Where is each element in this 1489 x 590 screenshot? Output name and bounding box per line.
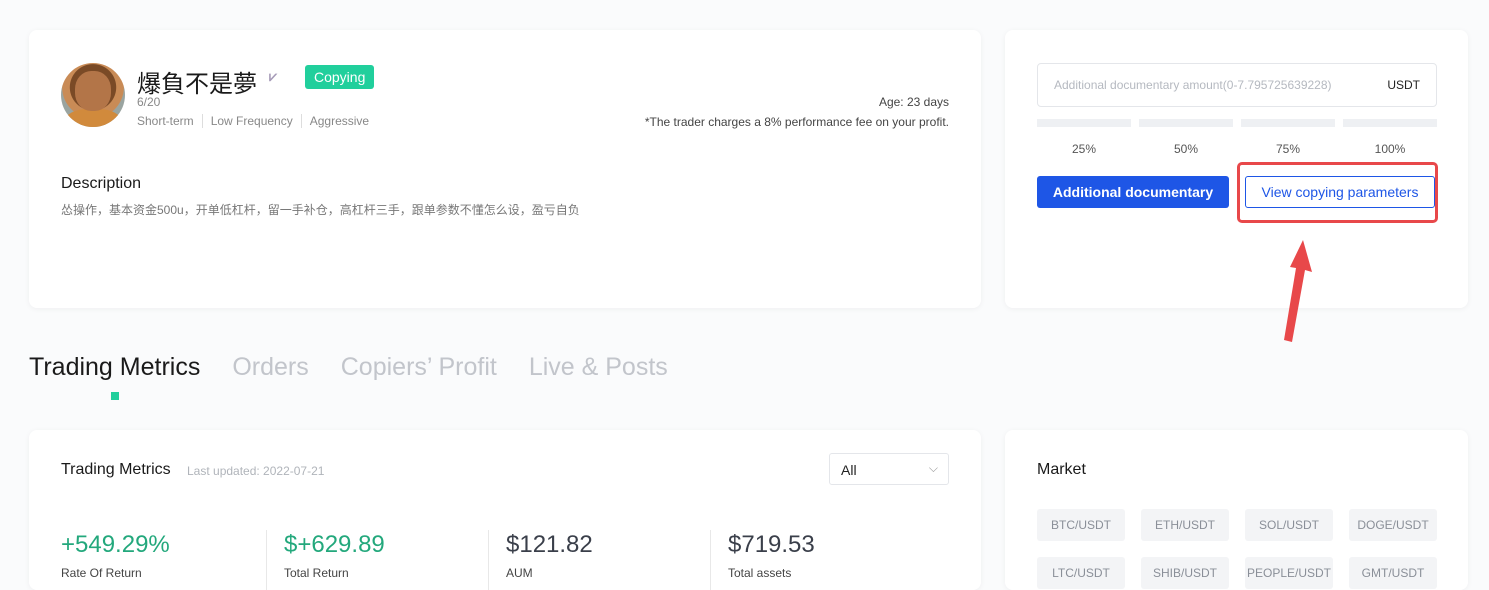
chevron-down-icon: ⌵: [928, 461, 938, 475]
percent-bar-50[interactable]: [1139, 119, 1233, 127]
market-pair[interactable]: SOL/USDT: [1245, 509, 1333, 541]
trader-age: Age: 23 days: [878, 95, 949, 109]
percent-label-75[interactable]: 75%: [1241, 142, 1335, 156]
market-title: Market: [1037, 461, 1086, 478]
trader-name: 爆負不是夢: [137, 71, 257, 98]
stat-label: Total Return: [284, 566, 349, 580]
active-tab-indicator: [111, 392, 119, 400]
tag-aggressive: Aggressive: [300, 114, 377, 128]
stat-total-return: $+629.89 Total Return: [266, 530, 488, 590]
annotation-highlight-box: [1237, 162, 1438, 223]
stat-value: $121.82: [506, 531, 593, 558]
stat-rate-of-return: +549.29% Rate Of Return: [61, 530, 266, 590]
metrics-title: Trading Metrics: [61, 461, 171, 478]
section-tabs: Trading Metrics Orders Copiers’ Profit L…: [29, 353, 700, 382]
stat-value: $+629.89: [284, 531, 385, 558]
avatar-face: [75, 71, 111, 111]
copying-status-badge: Copying: [305, 65, 375, 89]
last-updated: Last updated: 2022-07-21: [187, 464, 325, 478]
description-text: 怂操作，基本资金500u，开单低杠杆，留一手补仓，高杠杆三手，跟单参数不懂怎么设…: [61, 203, 580, 217]
metrics-stats: +549.29% Rate Of Return $+629.89 Total R…: [61, 530, 932, 590]
tag-short-term: Short-term: [137, 114, 194, 128]
market-card: Market BTC/USDT ETH/USDT SOL/USDT DOGE/U…: [1005, 430, 1468, 590]
percent-label-50[interactable]: 50%: [1139, 142, 1233, 156]
amount-input[interactable]: [1054, 64, 1374, 106]
amount-unit: USDT: [1387, 78, 1420, 92]
tab-trading-metrics[interactable]: Trading Metrics: [29, 353, 200, 382]
stat-value: $719.53: [728, 531, 815, 558]
annotation-arrow-icon: [1284, 240, 1312, 342]
market-pair[interactable]: DOGE/USDT: [1349, 509, 1437, 541]
avatar-shirt: [65, 109, 121, 127]
stat-label: Rate Of Return: [61, 566, 142, 580]
stat-value: +549.29%: [61, 531, 170, 558]
stat-aum: $121.82 AUM: [488, 530, 710, 590]
trader-avatar[interactable]: [61, 63, 125, 127]
additional-documentary-button[interactable]: Additional documentary: [1037, 176, 1229, 208]
verified-trader-icon: ⩗: [269, 68, 277, 84]
percent-bar-25[interactable]: [1037, 119, 1131, 127]
tab-copiers-profit[interactable]: Copiers’ Profit: [341, 353, 497, 382]
copier-count: 6/20: [137, 95, 161, 109]
description-heading: Description: [61, 175, 142, 192]
market-pair[interactable]: PEOPLE/USDT: [1245, 557, 1333, 589]
performance-fee-note: *The trader charges a 8% performance fee…: [644, 115, 949, 129]
period-select-value: All: [841, 462, 857, 478]
market-pair[interactable]: SHIB/USDT: [1141, 557, 1229, 589]
trading-metrics-card: Trading Metrics Last updated: 2022-07-21…: [29, 430, 981, 590]
amount-field[interactable]: USDT: [1037, 63, 1437, 107]
trader-profile-card: 爆負不是夢 ⩗ Copying 6/20 Short-term Low Freq…: [29, 30, 981, 308]
market-pair[interactable]: GMT/USDT: [1349, 557, 1437, 589]
percent-slider[interactable]: [1037, 119, 1437, 127]
stat-total-assets: $719.53 Total assets: [710, 530, 932, 590]
stat-label: AUM: [506, 566, 533, 580]
tag-low-frequency: Low Frequency: [201, 114, 301, 128]
period-select[interactable]: All ⌵: [829, 453, 949, 485]
tab-orders[interactable]: Orders: [232, 353, 308, 382]
market-pair[interactable]: ETH/USDT: [1141, 509, 1229, 541]
market-pair[interactable]: LTC/USDT: [1037, 557, 1125, 589]
market-pair[interactable]: BTC/USDT: [1037, 509, 1125, 541]
percent-labels: 25% 50% 75% 100%: [1037, 142, 1437, 156]
tab-live-posts[interactable]: Live & Posts: [529, 353, 668, 382]
trader-tags: Short-term Low Frequency Aggressive: [137, 114, 377, 128]
percent-label-100[interactable]: 100%: [1343, 142, 1437, 156]
percent-bar-100[interactable]: [1343, 119, 1437, 127]
percent-label-25[interactable]: 25%: [1037, 142, 1131, 156]
market-pairs: BTC/USDT ETH/USDT SOL/USDT DOGE/USDT LTC…: [1037, 509, 1437, 589]
stat-label: Total assets: [728, 566, 792, 580]
percent-bar-75[interactable]: [1241, 119, 1335, 127]
